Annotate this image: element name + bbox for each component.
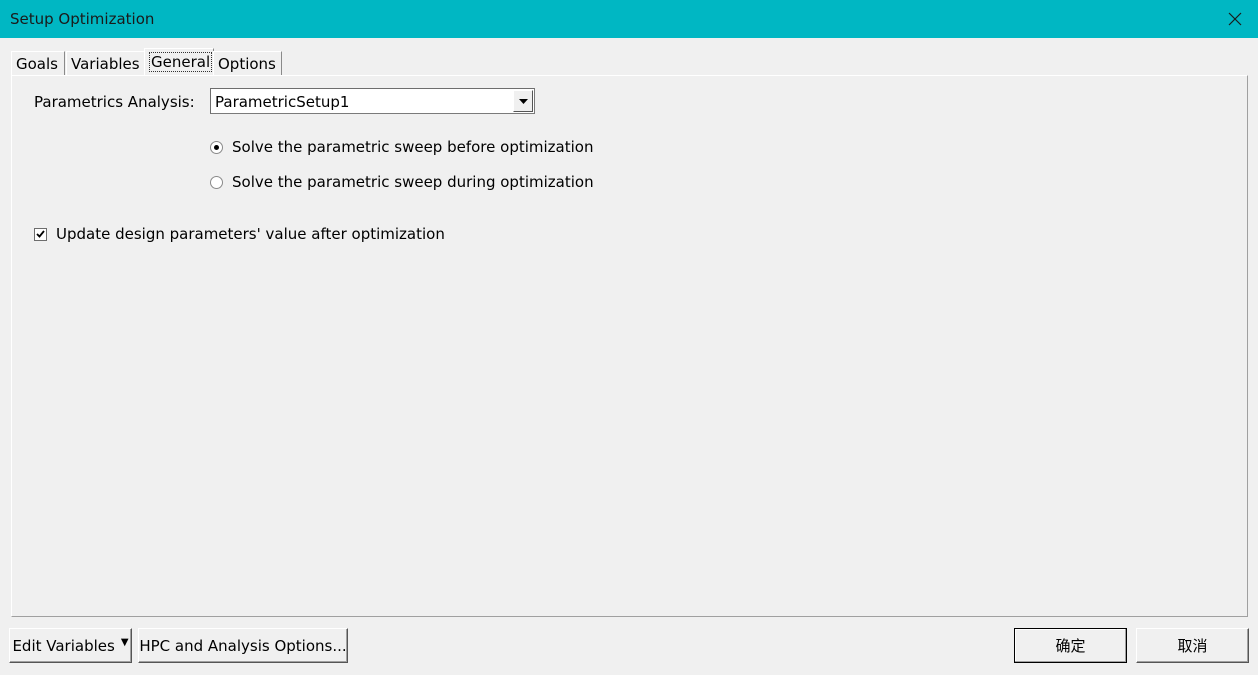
button-label: 确定: [1055, 637, 1086, 655]
dropdown-arrow-icon: ▼: [120, 637, 129, 648]
radio-button-checked[interactable]: [210, 140, 223, 154]
hpc-analysis-options-button[interactable]: HPC and Analysis Options...: [138, 628, 348, 663]
title-bar: Setup Optimization: [0, 0, 1258, 38]
tab-variables[interactable]: Variables: [66, 51, 145, 75]
tab-goals[interactable]: Goals: [11, 51, 65, 75]
tab-options[interactable]: Options: [213, 51, 282, 75]
tab-label: Variables: [71, 55, 140, 73]
tab-label: General: [149, 52, 213, 72]
button-label: 取消: [1177, 637, 1208, 655]
radio-label: Solve the parametric sweep during optimi…: [232, 173, 594, 191]
tab-general[interactable]: General: [144, 48, 214, 76]
tab-label: Goals: [16, 55, 58, 73]
tab-label: Options: [218, 55, 276, 73]
chevron-down-icon: [518, 98, 528, 104]
window-title: Setup Optimization: [10, 10, 155, 28]
parametrics-analysis-select[interactable]: ParametricSetup1: [210, 88, 535, 114]
button-label: Edit Variables: [12, 636, 115, 655]
radio-solve-during[interactable]: Solve the parametric sweep during optimi…: [210, 172, 594, 192]
ok-button[interactable]: 确定: [1014, 628, 1127, 663]
checkbox-label: Update design parameters' value after op…: [56, 225, 445, 243]
general-tab-panel: [11, 75, 1248, 617]
update-design-parameters-option[interactable]: Update design parameters' value after op…: [34, 224, 445, 244]
cancel-button[interactable]: 取消: [1136, 628, 1249, 663]
parametrics-analysis-value: ParametricSetup1: [215, 93, 350, 111]
update-design-parameters-checkbox[interactable]: [34, 227, 47, 241]
radio-button-unchecked[interactable]: [210, 175, 223, 189]
close-icon: [1228, 12, 1242, 26]
parametrics-analysis-label: Parametrics Analysis:: [34, 93, 195, 111]
radio-label: Solve the parametric sweep before optimi…: [232, 138, 594, 156]
checkmark-icon: [36, 230, 45, 238]
dropdown-button[interactable]: [513, 90, 533, 112]
close-button[interactable]: [1212, 0, 1258, 38]
button-label: HPC and Analysis Options...: [139, 636, 347, 655]
edit-variables-button[interactable]: Edit Variables ▼: [9, 628, 132, 663]
radio-solve-before[interactable]: Solve the parametric sweep before optimi…: [210, 137, 593, 157]
